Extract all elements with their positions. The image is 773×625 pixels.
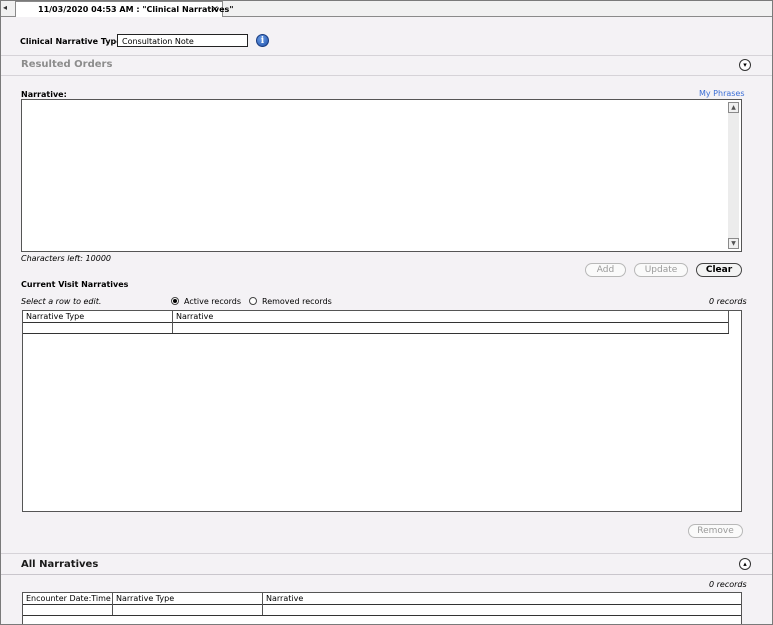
info-icon[interactable]: i: [256, 34, 269, 47]
narrative-type-field[interactable]: Consultation Note: [117, 34, 248, 47]
my-phrases-link[interactable]: My Phrases: [699, 89, 745, 98]
resulted-orders-title: Resulted Orders: [21, 59, 113, 70]
window-frame: ◂ 11/03/2020 04:53 AM : "Clinical Narrat…: [0, 0, 773, 625]
scroll-down-icon[interactable]: ▼: [728, 238, 739, 249]
column-header-encounter-date[interactable]: Encounter Date:Time: [23, 593, 113, 604]
tab-scroll-left-icon[interactable]: ◂: [3, 3, 11, 13]
column-header-narrative-type[interactable]: Narrative Type: [113, 593, 263, 604]
column-header-narrative[interactable]: Narrative: [173, 311, 729, 322]
table-cell: [23, 604, 113, 615]
close-icon[interactable]: ×: [211, 2, 219, 17]
narrative-textarea[interactable]: ▲ ▼: [21, 99, 742, 252]
current-visit-title: Current Visit Narratives: [21, 280, 129, 289]
divider: [1, 574, 772, 575]
scroll-up-icon[interactable]: ▲: [728, 102, 739, 113]
current-visit-table[interactable]: Narrative Type Narrative: [22, 310, 742, 512]
tab-title: 11/03/2020 04:53 AM : "Clinical Narrativ…: [38, 5, 234, 14]
clear-button[interactable]: Clear: [696, 263, 742, 277]
tab-clinical-narratives[interactable]: 11/03/2020 04:53 AM : "Clinical Narrativ…: [15, 1, 233, 17]
removed-records-radio[interactable]: [249, 297, 257, 305]
table-row[interactable]: [23, 604, 741, 616]
table-cell: [263, 604, 741, 615]
current-visit-record-count: 0 records: [709, 297, 747, 306]
all-narratives-collapse-icon[interactable]: ▴: [739, 558, 751, 570]
characters-left: Characters left: 10000: [21, 254, 111, 263]
divider: [1, 55, 772, 56]
column-header-narrative-type[interactable]: Narrative Type: [23, 311, 173, 322]
narrative-label: Narrative:: [21, 90, 67, 99]
divider: [1, 553, 772, 554]
all-narratives-table[interactable]: Encounter Date:Time Narrative Type Narra…: [22, 592, 742, 624]
active-records-radio[interactable]: [171, 297, 179, 305]
all-narratives-title: All Narratives: [21, 559, 99, 570]
add-button[interactable]: Add: [585, 263, 626, 277]
select-row-hint: Select a row to edit.: [21, 297, 102, 306]
remove-button[interactable]: Remove: [688, 524, 743, 538]
active-records-label[interactable]: Active records: [184, 297, 241, 306]
tab-strip: ◂ 11/03/2020 04:53 AM : "Clinical Narrat…: [1, 1, 772, 17]
update-button[interactable]: Update: [634, 263, 688, 277]
table-cell: [113, 604, 263, 615]
resulted-orders-expand-icon[interactable]: ▾: [739, 59, 751, 71]
removed-records-label[interactable]: Removed records: [262, 297, 332, 306]
divider: [1, 75, 772, 76]
narrative-type-label: Clinical Narrative Type: [20, 37, 122, 46]
table-row[interactable]: [23, 322, 729, 334]
column-header-narrative[interactable]: Narrative: [263, 593, 741, 604]
all-narratives-record-count: 0 records: [709, 580, 747, 589]
table-cell: [23, 322, 173, 333]
narrative-scrollbar[interactable]: ▲ ▼: [728, 102, 739, 249]
table-cell: [173, 322, 729, 333]
